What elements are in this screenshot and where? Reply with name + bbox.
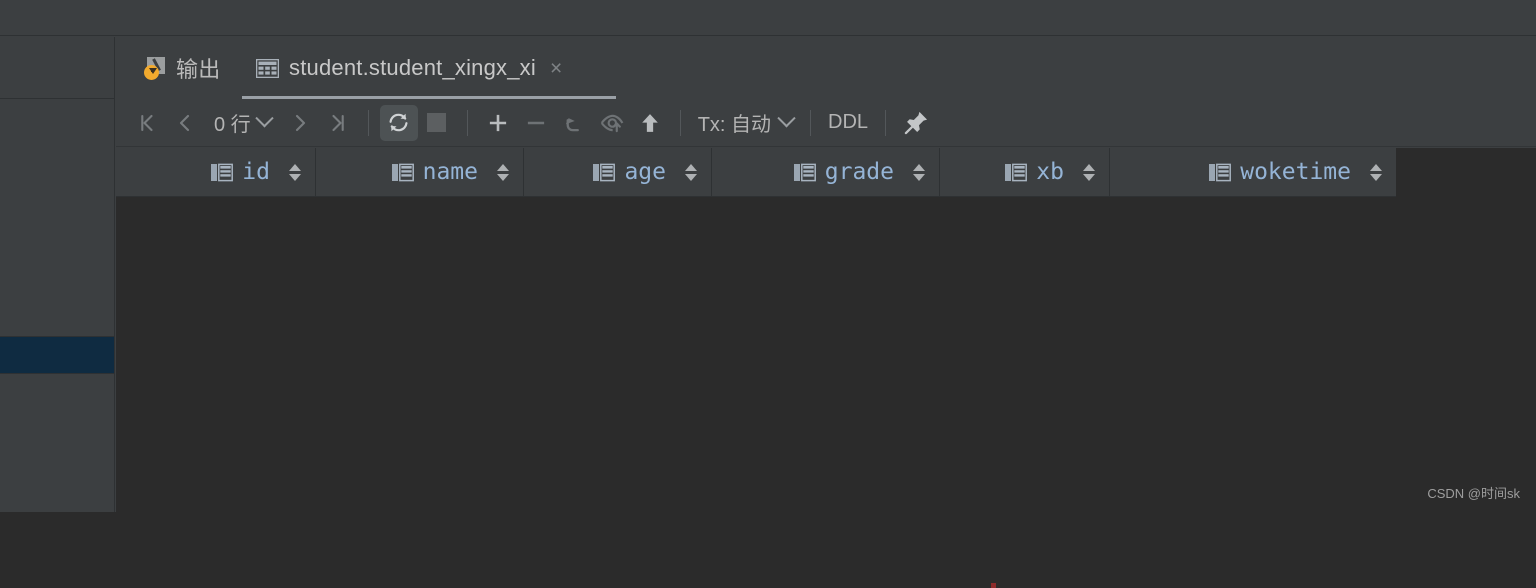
sort-toggle-icon[interactable] (913, 163, 925, 181)
column-key-icon (211, 163, 234, 181)
sort-toggle-icon[interactable] (685, 163, 697, 181)
column-header-label: id (242, 159, 270, 185)
caret-marker (991, 583, 996, 588)
pin-icon (904, 111, 927, 135)
tab-output-label: 输出 (176, 57, 221, 82)
column-header-id[interactable]: id (116, 148, 316, 196)
submit-up-arrow-icon (641, 113, 658, 132)
sort-toggle-icon[interactable] (1370, 163, 1382, 181)
column-key-icon (793, 163, 816, 181)
grid-header-row: id name age grade xb woketime (116, 148, 1396, 197)
tab-output[interactable]: 输出 (130, 37, 234, 99)
sort-toggle-icon[interactable] (497, 163, 509, 181)
rail-divider-1 (0, 98, 114, 99)
column-header-label: woketime (1240, 159, 1351, 185)
prev-page-icon (179, 114, 190, 131)
refresh-button[interactable] (379, 104, 418, 141)
column-header-age[interactable]: age (524, 148, 712, 196)
toolbar-divider-4 (810, 109, 812, 136)
tx-mode-dropdown[interactable]: Tx: 自动 (692, 108, 799, 137)
row-count-label: 0 行 (214, 114, 251, 136)
next-page-icon (295, 114, 305, 131)
toolbar-divider-3 (679, 109, 681, 136)
tx-mode-label: Tx: 自动 (697, 114, 772, 136)
table-grid-icon (256, 58, 279, 78)
view-query-icon (600, 114, 624, 132)
column-header-name[interactable]: name (316, 148, 524, 196)
refresh-icon (389, 113, 408, 132)
watermark: CSDN @时间sk (1427, 486, 1520, 501)
left-rail[interactable] (0, 37, 115, 512)
toolbar-divider-2 (466, 109, 468, 136)
column-key-icon (1005, 163, 1028, 181)
column-header-xb[interactable]: xb (940, 148, 1110, 196)
last-page-icon (332, 114, 344, 131)
column-header-grade[interactable]: grade (712, 148, 940, 196)
column-key-icon (391, 163, 414, 181)
first-page-button[interactable] (128, 105, 166, 141)
grid-toolbar: 0 行 Tx: 自动 DDL (116, 99, 1536, 147)
column-header-label: name (422, 159, 478, 185)
tab-bar: 输出 student.student_xingx_xi × (116, 37, 1536, 99)
revert-icon (565, 117, 579, 131)
first-page-icon (141, 114, 153, 131)
revert-button[interactable] (555, 105, 593, 141)
column-header-label: grade (824, 159, 894, 185)
last-page-button[interactable] (319, 105, 357, 141)
sort-toggle-icon[interactable] (1083, 163, 1095, 181)
pin-button[interactable] (897, 105, 935, 141)
ddl-label: DDL (828, 111, 869, 133)
column-header-woketime[interactable]: woketime (1110, 148, 1396, 196)
tab-student-table-label: student.student_xingx_xi (289, 55, 536, 80)
rail-selected-row[interactable] (0, 337, 114, 373)
stop-icon (427, 113, 447, 132)
grid-header-tail (1396, 148, 1536, 197)
column-key-icon (593, 163, 616, 181)
add-row-button[interactable] (479, 105, 517, 141)
chevron-down-icon (777, 109, 796, 128)
grid-data-area[interactable] (116, 197, 1536, 588)
row-count-dropdown[interactable]: 0 行 (206, 108, 279, 137)
toolbar-divider-5 (885, 109, 887, 136)
prev-page-button[interactable] (166, 105, 204, 141)
next-page-button[interactable] (281, 105, 319, 141)
submit-button[interactable] (631, 105, 669, 141)
output-icon (144, 57, 166, 80)
ddl-button[interactable]: DDL (822, 111, 874, 134)
toolbar-divider-1 (367, 109, 369, 136)
ide-database-console: 输出 student.student_xingx_xi × 0 行 Tx: 自动… (0, 0, 1536, 588)
stop-button[interactable] (418, 105, 456, 141)
delete-row-button[interactable] (517, 105, 555, 141)
rail-divider-3 (0, 373, 114, 374)
minus-icon (527, 121, 544, 124)
close-icon[interactable]: × (550, 58, 562, 79)
tab-student-table[interactable]: student.student_xingx_xi × (242, 37, 576, 99)
column-header-label: age (624, 159, 666, 185)
column-key-icon (1209, 163, 1232, 181)
sort-toggle-icon[interactable] (289, 163, 301, 181)
chevron-down-icon (254, 109, 274, 128)
top-strip (0, 0, 1536, 36)
view-query-button[interactable] (593, 105, 631, 141)
plus-icon (489, 114, 506, 131)
column-header-label: xb (1036, 159, 1064, 185)
